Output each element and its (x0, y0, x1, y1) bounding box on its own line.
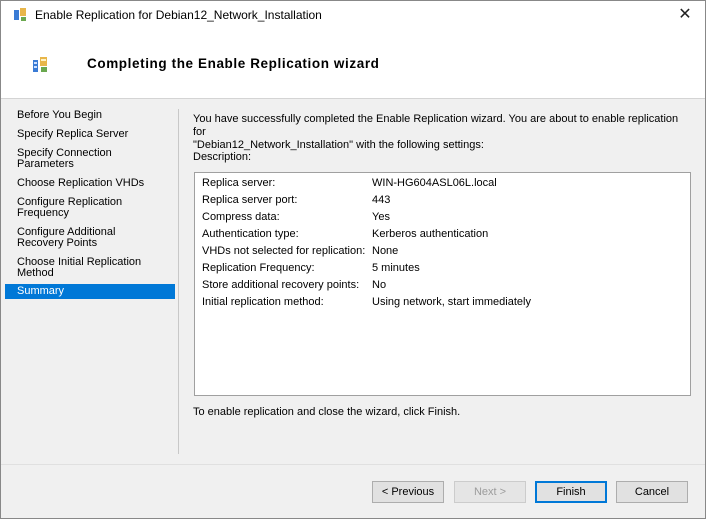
cancel-button[interactable]: Cancel (616, 481, 688, 503)
intro-line-1: You have successfully completed the Enab… (193, 113, 679, 138)
setting-label: Store additional recovery points: (202, 279, 360, 291)
nav-step-4[interactable]: Configure Replication Frequency (5, 194, 175, 221)
settings-summary-box[interactable]: Replica server: WIN-HG604ASL06L.local Repl… (194, 172, 691, 396)
intro-line-2: "Debian12_Network_Installation" with the… (193, 139, 484, 151)
wizard-header: Completing the Enable Replication wizard (1, 29, 705, 99)
setting-label: Compress data: (202, 211, 280, 223)
setting-label: Authentication type: (202, 228, 299, 240)
setting-value: No (372, 279, 387, 291)
button-separator (1, 464, 705, 465)
nav-step-0[interactable]: Before You Begin (5, 107, 175, 123)
previous-button[interactable]: < Previous (372, 481, 444, 503)
page-title: Completing the Enable Replication wizard (87, 56, 380, 71)
close-button[interactable]: ✕ (671, 3, 699, 25)
wizard-steps-nav: Before You Begin Specify Replica Server Sp… (5, 107, 175, 302)
replication-wizard-icon (33, 57, 47, 72)
nav-step-3[interactable]: Choose Replication VHDs (5, 175, 175, 191)
setting-value: 443 (372, 194, 391, 206)
setting-label: VHDs not selected for replication: (202, 245, 366, 257)
setting-value: Yes (372, 211, 390, 223)
wizard-window: Enable Replication for Debian12_Network_… (0, 0, 706, 519)
nav-step-2[interactable]: Specify Connection Parameters (5, 145, 175, 172)
hyperv-app-icon (14, 8, 26, 21)
window-title: Enable Replication for Debian12_Network_… (35, 8, 322, 22)
nav-step-7[interactable]: Summary (5, 284, 175, 299)
vertical-divider (178, 109, 179, 454)
finish-instruction: To enable replication and close the wiza… (193, 406, 461, 418)
setting-label: Replica server port: (202, 194, 298, 206)
nav-step-6[interactable]: Choose Initial Replication Method (5, 254, 175, 281)
finish-button[interactable]: Finish (535, 481, 607, 503)
setting-value: Kerberos authentication (372, 228, 489, 240)
close-icon: ✕ (678, 6, 692, 23)
title-bar: Enable Replication for Debian12_Network_… (1, 1, 705, 29)
setting-value: WIN-HG604ASL06L.local (372, 177, 497, 189)
setting-value: 5 minutes (372, 262, 420, 274)
setting-label: Initial replication method: (202, 296, 324, 308)
setting-value: None (372, 245, 399, 257)
setting-value: Using network, start immediately (372, 296, 531, 308)
setting-label: Replica server: (202, 177, 276, 189)
description-label: Description: (193, 151, 252, 163)
next-button[interactable]: Next > (454, 481, 526, 503)
nav-step-5[interactable]: Configure Additional Recovery Points (5, 224, 175, 251)
summary-intro: You have successfully completed the Enab… (193, 113, 693, 152)
setting-label: Replication Frequency: (202, 262, 315, 274)
nav-step-1[interactable]: Specify Replica Server (5, 126, 175, 142)
